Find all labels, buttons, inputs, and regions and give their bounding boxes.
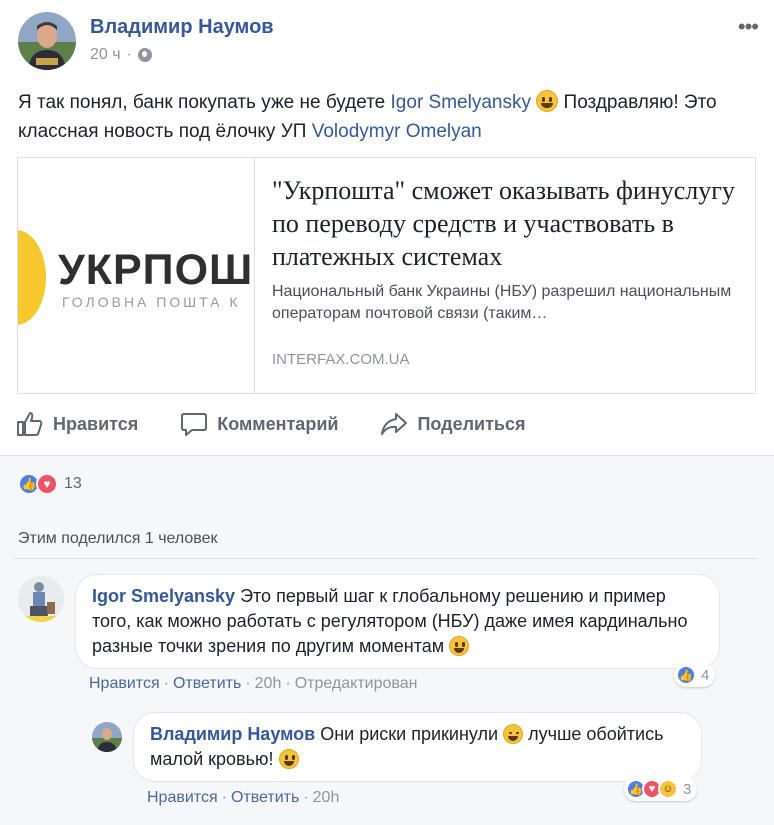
link-domain: INTERFAX.COM.UA (272, 351, 410, 368)
link-preview-card[interactable]: УКРПОШ ГОЛОВНА ПОШТА К "Укрпошта" сможет… (17, 157, 756, 394)
grin-emoji-icon (278, 749, 299, 769)
smile-emoji-icon (449, 636, 470, 656)
comment-edited[interactable]: Отредактирован (295, 675, 418, 692)
feedback-section: 👍 ♥ 13 Этим поделился 1 человек Igor Sme… (0, 455, 774, 825)
reply-reactions[interactable]: 👍 ♥ ☺ 3 (624, 777, 698, 801)
post-meta: 20 ч · (90, 46, 152, 64)
reply-bubble: Владимир Наумов Они риски прикинули лучш… (133, 712, 702, 782)
reply-like-link[interactable]: Нравится (147, 789, 218, 806)
post-time[interactable]: 20 ч (90, 46, 121, 64)
comment-reaction-count: 4 (701, 666, 710, 684)
like-label: Нравится (53, 413, 139, 434)
author-name[interactable]: Владимир Наумов (90, 16, 274, 39)
reply-author-avatar[interactable] (92, 722, 122, 752)
love-reaction-icon: ♥ (36, 473, 58, 495)
reply-time[interactable]: 20h (313, 789, 340, 806)
commenter-avatar[interactable] (18, 576, 64, 622)
post-text: Я так понял, банк покупать уже не будете… (18, 88, 758, 146)
post-text-part: Я так понял, банк покупать уже не будете (18, 92, 391, 113)
comment-meta: Нравится · Ответить · 20h · Отредактирован (89, 675, 418, 692)
shared-by-link[interactable]: Этим поделился 1 человек (18, 530, 218, 548)
comment-bubble: Igor Smelyansky Это первый шаг к глобаль… (75, 574, 720, 669)
author-avatar[interactable] (18, 12, 76, 70)
like-icon (17, 412, 43, 436)
comment-reactions[interactable]: 👍 4 (674, 663, 716, 687)
facebook-post: Владимир Наумов 20 ч · ••• Я так понял, … (0, 0, 774, 825)
link-thumbnail[interactable]: УКРПОШ ГОЛОВНА ПОШТА К (18, 158, 255, 393)
comment-author[interactable]: Igor Smelyansky (92, 586, 235, 606)
link-title[interactable]: "Укрпошта" сможет оказывать финуслугу по… (272, 174, 739, 273)
share-icon (381, 413, 408, 435)
share-button[interactable]: Поделиться (380, 411, 525, 437)
globe-icon[interactable] (137, 48, 152, 62)
like-reaction-icon: 👍 (676, 665, 696, 685)
link-description: Национальный банк Украины (НБУ) разрешил… (272, 283, 732, 322)
comment-like-link[interactable]: Нравится (89, 675, 160, 692)
reply-meta: Нравится · Ответить · 20h (147, 789, 340, 806)
reply-reply-link[interactable]: Ответить (231, 789, 299, 806)
reply-text-part: Они риски прикинули (315, 724, 504, 744)
mention-igor[interactable]: Igor Smelyansky (391, 92, 531, 113)
comment-icon (181, 413, 208, 436)
like-button[interactable]: Нравится (16, 411, 138, 437)
ukrposhta-logo-mark (18, 230, 46, 325)
comment-time[interactable]: 20h (255, 675, 282, 692)
mention-volodymyr[interactable]: Volodymyr Omelyan (312, 121, 482, 142)
reply-author[interactable]: Владимир Наумов (150, 724, 315, 744)
link-body: "Укрпошта" сможет оказывать финуслугу по… (255, 158, 755, 393)
comment-label: Комментарий (217, 413, 339, 434)
wink-emoji-icon (503, 724, 524, 744)
reactions-summary[interactable]: 👍 ♥ 13 (18, 473, 82, 495)
more-icon[interactable]: ••• (738, 14, 759, 40)
reply-reaction-count: 3 (683, 780, 692, 798)
action-bar: Нравится Комментарий Поделиться (16, 406, 567, 442)
comment-reply-link[interactable]: Ответить (173, 675, 241, 692)
reaction-count: 13 (64, 475, 82, 492)
thumbnail-logo-subtext: ГОЛОВНА ПОШТА К (62, 294, 241, 310)
comment-button[interactable]: Комментарий (180, 411, 338, 437)
haha-reaction-icon: ☺ (658, 779, 678, 799)
divider (14, 558, 758, 559)
thumbnail-logo-text: УКРПОШ (58, 246, 254, 294)
share-label: Поделиться (417, 413, 526, 434)
grin-emoji-icon (536, 90, 559, 112)
